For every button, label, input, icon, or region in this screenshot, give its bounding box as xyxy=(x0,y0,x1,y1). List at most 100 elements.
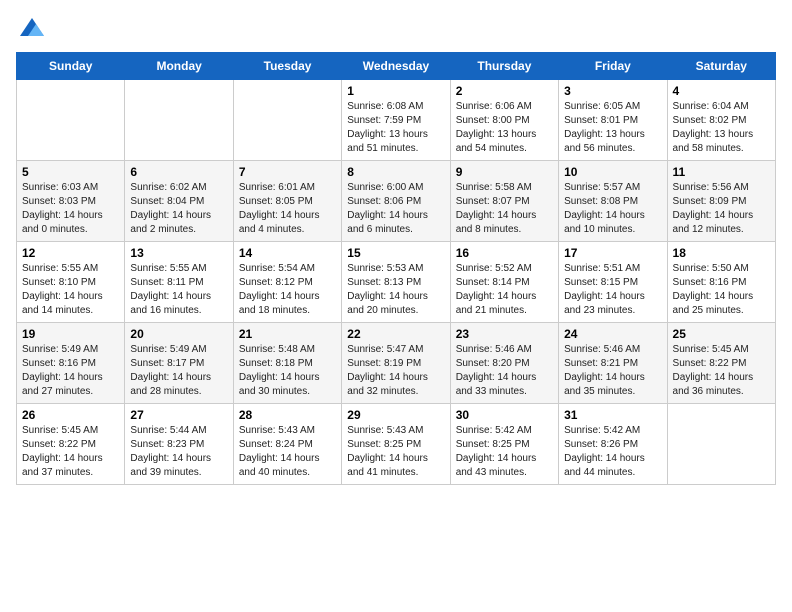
day-info: Sunrise: 5:46 AMSunset: 8:21 PMDaylight:… xyxy=(564,343,661,399)
table-row: 17 Sunrise: 5:51 AMSunset: 8:15 PMDaylig… xyxy=(559,242,667,323)
day-number: 5 xyxy=(22,165,119,179)
day-info: Sunrise: 5:54 AMSunset: 8:12 PMDaylight:… xyxy=(239,262,336,318)
day-number: 2 xyxy=(456,84,553,98)
day-number: 25 xyxy=(673,327,770,341)
day-number: 9 xyxy=(456,165,553,179)
table-row: 16 Sunrise: 5:52 AMSunset: 8:14 PMDaylig… xyxy=(450,242,558,323)
day-info: Sunrise: 5:42 AMSunset: 8:26 PMDaylight:… xyxy=(564,424,661,480)
table-row: 3 Sunrise: 6:05 AMSunset: 8:01 PMDayligh… xyxy=(559,80,667,161)
day-number: 6 xyxy=(130,165,227,179)
table-row: 31 Sunrise: 5:42 AMSunset: 8:26 PMDaylig… xyxy=(559,404,667,485)
week-row-2: 12 Sunrise: 5:55 AMSunset: 8:10 PMDaylig… xyxy=(17,242,776,323)
day-info: Sunrise: 5:43 AMSunset: 8:25 PMDaylight:… xyxy=(347,424,444,480)
day-info: Sunrise: 5:48 AMSunset: 8:18 PMDaylight:… xyxy=(239,343,336,399)
day-info: Sunrise: 5:45 AMSunset: 8:22 PMDaylight:… xyxy=(22,424,119,480)
table-row xyxy=(125,80,233,161)
day-number: 28 xyxy=(239,408,336,422)
day-info: Sunrise: 5:49 AMSunset: 8:17 PMDaylight:… xyxy=(130,343,227,399)
weekday-header-row: Sunday Monday Tuesday Wednesday Thursday… xyxy=(17,53,776,80)
day-number: 26 xyxy=(22,408,119,422)
day-number: 22 xyxy=(347,327,444,341)
header-wednesday: Wednesday xyxy=(342,53,450,80)
day-info: Sunrise: 6:02 AMSunset: 8:04 PMDaylight:… xyxy=(130,181,227,237)
week-row-4: 26 Sunrise: 5:45 AMSunset: 8:22 PMDaylig… xyxy=(17,404,776,485)
header-tuesday: Tuesday xyxy=(233,53,341,80)
day-number: 3 xyxy=(564,84,661,98)
day-number: 7 xyxy=(239,165,336,179)
day-info: Sunrise: 6:08 AMSunset: 7:59 PMDaylight:… xyxy=(347,100,444,156)
day-number: 8 xyxy=(347,165,444,179)
day-number: 21 xyxy=(239,327,336,341)
week-row-0: 1 Sunrise: 6:08 AMSunset: 7:59 PMDayligh… xyxy=(17,80,776,161)
day-info: Sunrise: 5:55 AMSunset: 8:11 PMDaylight:… xyxy=(130,262,227,318)
day-number: 10 xyxy=(564,165,661,179)
day-info: Sunrise: 6:05 AMSunset: 8:01 PMDaylight:… xyxy=(564,100,661,156)
table-row xyxy=(17,80,125,161)
day-number: 30 xyxy=(456,408,553,422)
day-info: Sunrise: 5:44 AMSunset: 8:23 PMDaylight:… xyxy=(130,424,227,480)
table-row: 12 Sunrise: 5:55 AMSunset: 8:10 PMDaylig… xyxy=(17,242,125,323)
table-row xyxy=(667,404,775,485)
day-info: Sunrise: 6:04 AMSunset: 8:02 PMDaylight:… xyxy=(673,100,770,156)
table-row: 13 Sunrise: 5:55 AMSunset: 8:11 PMDaylig… xyxy=(125,242,233,323)
day-number: 4 xyxy=(673,84,770,98)
day-info: Sunrise: 5:58 AMSunset: 8:07 PMDaylight:… xyxy=(456,181,553,237)
table-row: 19 Sunrise: 5:49 AMSunset: 8:16 PMDaylig… xyxy=(17,323,125,404)
table-row xyxy=(233,80,341,161)
table-row: 2 Sunrise: 6:06 AMSunset: 8:00 PMDayligh… xyxy=(450,80,558,161)
table-row: 7 Sunrise: 6:01 AMSunset: 8:05 PMDayligh… xyxy=(233,161,341,242)
day-number: 19 xyxy=(22,327,119,341)
table-row: 25 Sunrise: 5:45 AMSunset: 8:22 PMDaylig… xyxy=(667,323,775,404)
day-info: Sunrise: 5:55 AMSunset: 8:10 PMDaylight:… xyxy=(22,262,119,318)
day-info: Sunrise: 6:03 AMSunset: 8:03 PMDaylight:… xyxy=(22,181,119,237)
day-number: 15 xyxy=(347,246,444,260)
table-row: 9 Sunrise: 5:58 AMSunset: 8:07 PMDayligh… xyxy=(450,161,558,242)
table-row: 22 Sunrise: 5:47 AMSunset: 8:19 PMDaylig… xyxy=(342,323,450,404)
day-info: Sunrise: 5:42 AMSunset: 8:25 PMDaylight:… xyxy=(456,424,553,480)
table-row: 10 Sunrise: 5:57 AMSunset: 8:08 PMDaylig… xyxy=(559,161,667,242)
header-saturday: Saturday xyxy=(667,53,775,80)
logo xyxy=(16,16,46,44)
logo-icon xyxy=(18,16,46,44)
day-number: 23 xyxy=(456,327,553,341)
day-info: Sunrise: 5:53 AMSunset: 8:13 PMDaylight:… xyxy=(347,262,444,318)
table-row: 29 Sunrise: 5:43 AMSunset: 8:25 PMDaylig… xyxy=(342,404,450,485)
table-row: 30 Sunrise: 5:42 AMSunset: 8:25 PMDaylig… xyxy=(450,404,558,485)
table-row: 26 Sunrise: 5:45 AMSunset: 8:22 PMDaylig… xyxy=(17,404,125,485)
day-number: 31 xyxy=(564,408,661,422)
day-info: Sunrise: 6:06 AMSunset: 8:00 PMDaylight:… xyxy=(456,100,553,156)
header-friday: Friday xyxy=(559,53,667,80)
day-info: Sunrise: 5:47 AMSunset: 8:19 PMDaylight:… xyxy=(347,343,444,399)
day-number: 12 xyxy=(22,246,119,260)
week-row-1: 5 Sunrise: 6:03 AMSunset: 8:03 PMDayligh… xyxy=(17,161,776,242)
table-row: 6 Sunrise: 6:02 AMSunset: 8:04 PMDayligh… xyxy=(125,161,233,242)
day-info: Sunrise: 5:49 AMSunset: 8:16 PMDaylight:… xyxy=(22,343,119,399)
table-row: 4 Sunrise: 6:04 AMSunset: 8:02 PMDayligh… xyxy=(667,80,775,161)
table-row: 14 Sunrise: 5:54 AMSunset: 8:12 PMDaylig… xyxy=(233,242,341,323)
day-number: 1 xyxy=(347,84,444,98)
day-info: Sunrise: 5:52 AMSunset: 8:14 PMDaylight:… xyxy=(456,262,553,318)
day-number: 29 xyxy=(347,408,444,422)
table-row: 18 Sunrise: 5:50 AMSunset: 8:16 PMDaylig… xyxy=(667,242,775,323)
table-row: 20 Sunrise: 5:49 AMSunset: 8:17 PMDaylig… xyxy=(125,323,233,404)
day-number: 14 xyxy=(239,246,336,260)
page-header xyxy=(16,16,776,44)
table-row: 15 Sunrise: 5:53 AMSunset: 8:13 PMDaylig… xyxy=(342,242,450,323)
table-row: 28 Sunrise: 5:43 AMSunset: 8:24 PMDaylig… xyxy=(233,404,341,485)
week-row-3: 19 Sunrise: 5:49 AMSunset: 8:16 PMDaylig… xyxy=(17,323,776,404)
table-row: 21 Sunrise: 5:48 AMSunset: 8:18 PMDaylig… xyxy=(233,323,341,404)
day-info: Sunrise: 5:43 AMSunset: 8:24 PMDaylight:… xyxy=(239,424,336,480)
header-monday: Monday xyxy=(125,53,233,80)
day-number: 18 xyxy=(673,246,770,260)
day-number: 13 xyxy=(130,246,227,260)
table-row: 11 Sunrise: 5:56 AMSunset: 8:09 PMDaylig… xyxy=(667,161,775,242)
day-info: Sunrise: 5:50 AMSunset: 8:16 PMDaylight:… xyxy=(673,262,770,318)
calendar-table: Sunday Monday Tuesday Wednesday Thursday… xyxy=(16,52,776,485)
day-number: 20 xyxy=(130,327,227,341)
header-thursday: Thursday xyxy=(450,53,558,80)
table-row: 27 Sunrise: 5:44 AMSunset: 8:23 PMDaylig… xyxy=(125,404,233,485)
day-number: 27 xyxy=(130,408,227,422)
day-info: Sunrise: 5:51 AMSunset: 8:15 PMDaylight:… xyxy=(564,262,661,318)
table-row: 24 Sunrise: 5:46 AMSunset: 8:21 PMDaylig… xyxy=(559,323,667,404)
day-info: Sunrise: 6:01 AMSunset: 8:05 PMDaylight:… xyxy=(239,181,336,237)
